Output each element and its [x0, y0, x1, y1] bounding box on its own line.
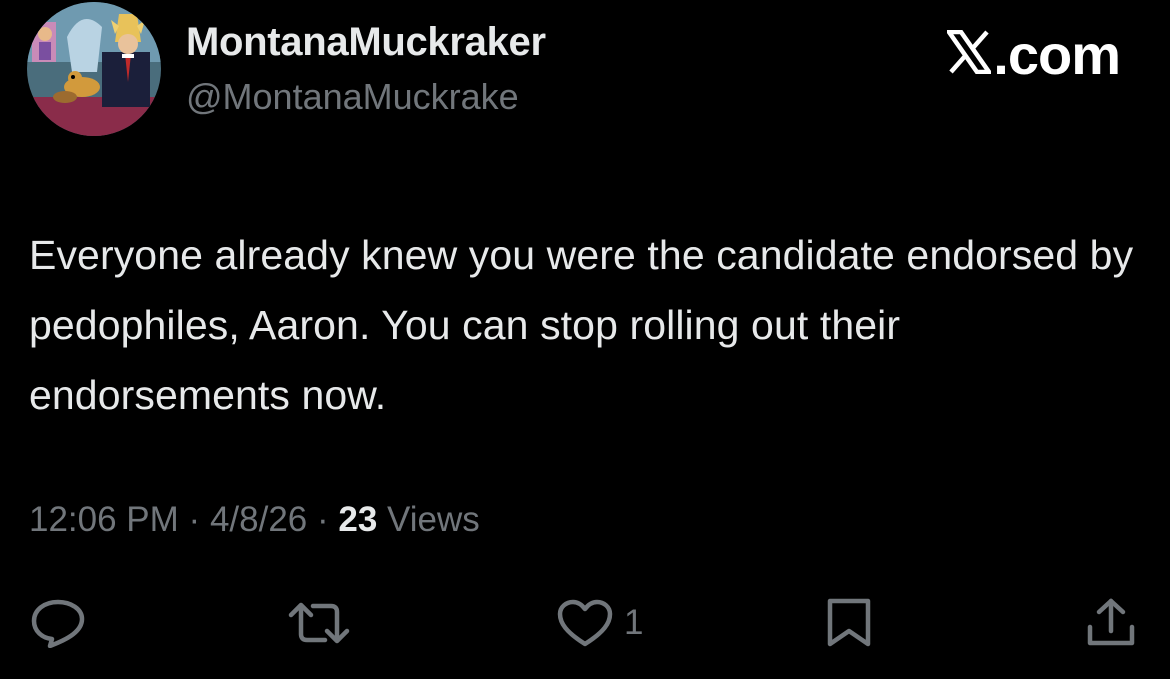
bookmark-button[interactable] [824, 598, 874, 648]
reply-button[interactable] [30, 598, 86, 648]
author-handle[interactable]: @MontanaMuckrake [186, 76, 519, 118]
reply-icon [31, 599, 85, 648]
meta-separator: · [316, 500, 329, 539]
author-display-name[interactable]: MontanaMuckraker [186, 20, 546, 65]
views-count: 23 [338, 500, 378, 539]
tweet-meta: 12:06 PM · 4/8/26 · 23 Views [29, 500, 480, 540]
tweet-time[interactable]: 12:06 PM [29, 500, 179, 539]
x-logo-icon [947, 30, 992, 74]
x-brand: .com [947, 22, 1121, 87]
tweet-text: Everyone already knew you were the candi… [29, 232, 1134, 418]
views-label: Views [387, 500, 480, 539]
retweet-icon [288, 602, 350, 644]
tweet-date[interactable]: 4/8/26 [210, 500, 307, 539]
avatar-image [27, 2, 161, 136]
like-button[interactable]: 1 [556, 598, 643, 648]
heart-icon [557, 599, 613, 647]
brand-domain-label: .com [993, 23, 1121, 86]
meta-separator: · [188, 500, 201, 539]
avatar[interactable] [27, 2, 161, 136]
retweet-button[interactable] [285, 598, 353, 648]
bookmark-icon [827, 598, 871, 647]
share-icon [1087, 598, 1135, 646]
share-button[interactable] [1085, 598, 1137, 648]
like-count: 1 [624, 603, 644, 642]
